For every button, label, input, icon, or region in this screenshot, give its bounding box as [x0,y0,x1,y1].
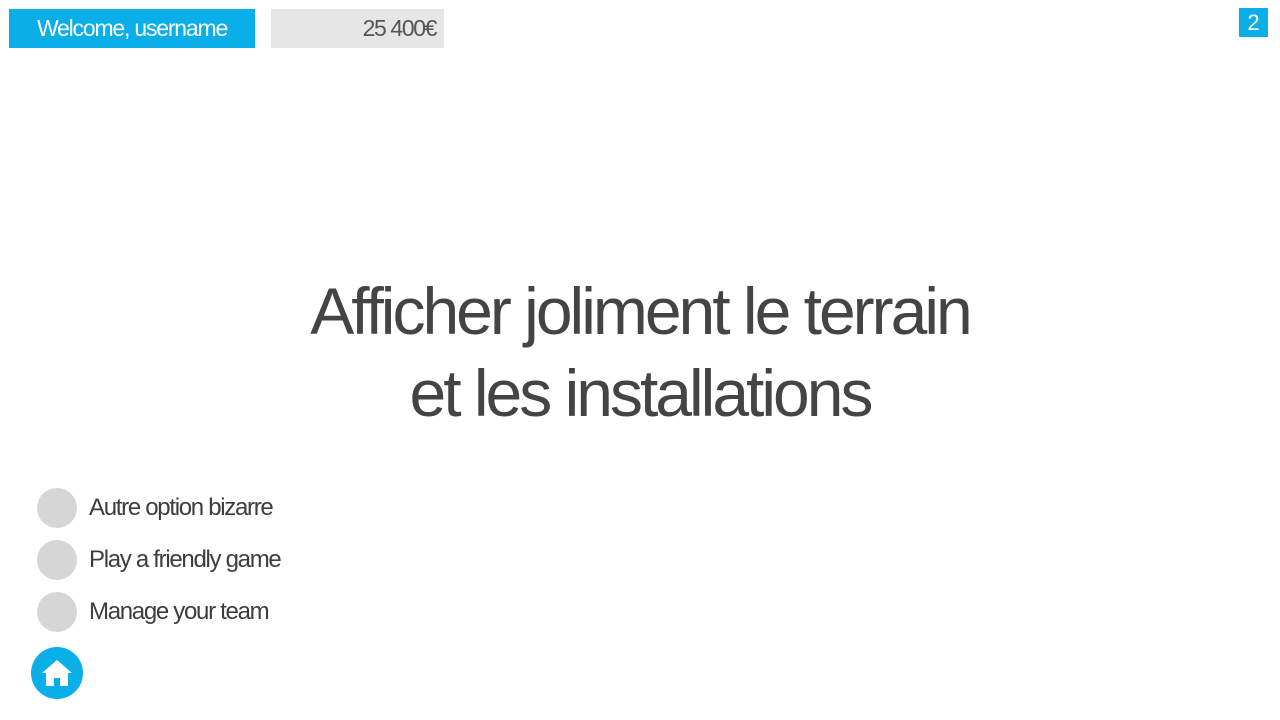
page-number-badge: 2 [1239,8,1268,37]
menu-item-label: Autre option bizarre [89,494,274,521]
page-headline: Afficher joliment le terrain et les inst… [0,270,1280,434]
home-icon [42,660,72,686]
menu-bullet-icon [37,592,77,632]
menu-item-label: Manage your team [89,598,270,625]
balance-display: 25 400€ [271,9,444,48]
welcome-banner: Welcome, username [9,9,255,48]
menu-bullet-icon [37,540,77,580]
home-button[interactable] [31,647,83,699]
menu-bullet-icon [37,488,77,528]
menu-item-label: Play a friendly game [89,546,282,573]
headline-line-1: Afficher joliment le terrain [310,274,972,348]
headline-line-2: et les installations [409,356,874,430]
